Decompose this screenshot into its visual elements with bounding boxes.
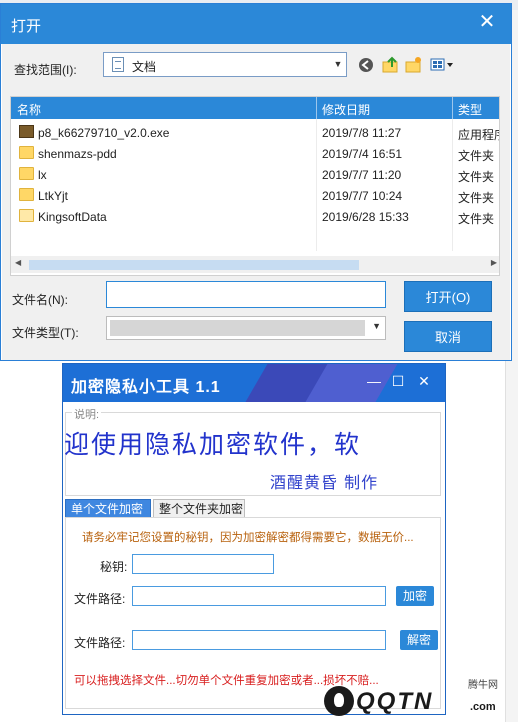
file-type: 文件夹 — [458, 149, 495, 163]
single-file-panel: 请务必牢记您设置的秘钥，因为加密解密都得需要它，数据无价... 秘钥: 文件路径… — [65, 517, 441, 709]
filetype-label: 文件类型(T): — [12, 326, 79, 340]
close-icon[interactable]: ✕ — [477, 12, 497, 32]
file-row[interactable]: p8_k66279710_v2.0.exe 2019/7/8 11:27 应用程… — [11, 122, 499, 143]
filename-label: 文件名(N): — [12, 293, 68, 307]
column-header-type[interactable]: 类型 — [458, 101, 482, 118]
logo-text: QQTN — [356, 688, 434, 715]
file-row[interactable]: lx 2019/7/7 11:20 文件夹 — [11, 164, 499, 185]
file-name: shenmazs-pdd — [38, 147, 117, 161]
file-type: 文件夹 — [458, 212, 495, 226]
open-file-dialog: 打开 ✕ 查找范围(I): 文档 ▼ 名称 修改日期 类型 p8_k662797… — [0, 3, 512, 361]
file-date: 2019/7/7 10:24 — [322, 189, 403, 203]
encrypt-button[interactable]: 加密 — [396, 586, 434, 606]
file-name: KingsoftData — [38, 210, 107, 224]
encrypt-path-input[interactable] — [132, 586, 386, 606]
column-divider[interactable] — [452, 97, 453, 119]
file-date: 2019/7/4 16:51 — [322, 147, 403, 161]
description-group: 说明: 迎使用隐私加密软件，软 酒醒黄昏 制作 — [64, 406, 441, 496]
file-type: 文件夹 — [458, 191, 495, 205]
look-in-dropdown[interactable]: 文档 ▼ — [103, 52, 347, 77]
decrypt-path-input[interactable] — [132, 630, 386, 650]
dialog-title-bar[interactable]: 打开 ✕ — [1, 4, 511, 44]
tool-title: 加密隐私小工具 1.1 — [71, 379, 221, 396]
decrypt-button[interactable]: 解密 — [400, 630, 438, 650]
scrollbar-thumb[interactable] — [29, 260, 359, 270]
tool-title-bar[interactable]: 加密隐私小工具 1.1 — ☐ ✕ — [63, 364, 445, 402]
description-label: 说明: — [72, 406, 102, 422]
folder-icon — [19, 167, 34, 180]
folder-icon — [19, 188, 34, 201]
key-warning: 请务必牢记您设置的秘钥，因为加密解密都得需要它，数据无价... — [82, 532, 414, 544]
file-date: 2019/7/7 11:20 — [322, 168, 402, 182]
column-divider[interactable] — [316, 97, 317, 119]
filename-input[interactable] — [106, 281, 386, 308]
open-button[interactable]: 打开(O) — [404, 281, 492, 312]
folder-icon — [19, 209, 34, 222]
scroll-left-icon[interactable]: ◀ — [15, 258, 21, 267]
file-name: lx — [38, 168, 47, 182]
exe-icon — [19, 125, 34, 138]
back-icon[interactable] — [358, 56, 374, 74]
key-label: 秘钥: — [100, 560, 128, 574]
maximize-icon[interactable]: ☐ — [389, 372, 407, 390]
file-row[interactable]: KingsoftData 2019/6/28 15:33 文件夹 — [11, 206, 499, 227]
logo-domain: .com — [470, 701, 496, 713]
file-list-header: 名称 修改日期 类型 — [11, 97, 499, 119]
file-row[interactable]: shenmazs-pdd 2019/7/4 16:51 文件夹 — [11, 143, 499, 164]
file-date: 2019/6/28 15:33 — [322, 210, 409, 224]
documents-folder-icon — [112, 57, 124, 72]
path-label: 文件路径: — [74, 636, 126, 650]
file-list: 名称 修改日期 类型 p8_k66279710_v2.0.exe 2019/7/… — [10, 96, 500, 276]
file-date: 2019/7/8 11:27 — [322, 126, 402, 140]
horizontal-scrollbar[interactable]: ◀ ▶ — [11, 256, 499, 273]
path-label: 文件路径: — [74, 592, 126, 606]
scrolling-banner: 迎使用隐私加密软件，软 — [64, 430, 362, 459]
new-folder-icon[interactable] — [405, 56, 423, 74]
minimize-icon[interactable]: — — [365, 372, 383, 390]
tab-single-file[interactable]: 单个文件加密 — [65, 499, 151, 518]
look-in-value: 文档 — [132, 60, 157, 74]
close-icon[interactable]: ✕ — [415, 372, 433, 390]
encryption-tool-window: 加密隐私小工具 1.1 — ☐ ✕ 说明: 迎使用隐私加密软件，软 酒醒黄昏 制… — [62, 363, 446, 715]
file-type: 应用程序 — [458, 128, 499, 142]
cancel-button[interactable]: 取消 — [404, 321, 492, 352]
column-header-name[interactable]: 名称 — [17, 101, 41, 118]
file-name: LtkYjt — [38, 189, 69, 203]
filetype-select[interactable]: ▼ — [106, 316, 386, 340]
view-menu-icon[interactable] — [430, 56, 456, 74]
chevron-down-icon[interactable]: ▼ — [330, 53, 346, 76]
look-in-label: 查找范围(I): — [14, 63, 77, 77]
scroll-right-icon[interactable]: ▶ — [491, 258, 497, 267]
watermark-logo: QQTN .com — [318, 686, 514, 718]
file-name: p8_k66279710_v2.0.exe — [38, 126, 170, 140]
file-type: 文件夹 — [458, 170, 495, 184]
dialog-title: 打开 — [11, 18, 42, 35]
filetype-value — [110, 320, 365, 336]
file-row[interactable]: LtkYjt 2019/7/7 10:24 文件夹 — [11, 185, 499, 206]
tab-whole-folder[interactable]: 整个文件夹加密 — [153, 499, 245, 518]
key-input[interactable] — [132, 554, 274, 574]
author-signature: 酒醒黄昏 制作 — [270, 473, 379, 492]
logo-icon — [324, 686, 354, 716]
up-folder-icon[interactable] — [382, 56, 400, 74]
column-header-date[interactable]: 修改日期 — [322, 101, 370, 118]
chevron-down-icon[interactable]: ▼ — [372, 321, 381, 331]
folder-icon — [19, 146, 34, 159]
dialog-body: 查找范围(I): 文档 ▼ 名称 修改日期 类型 p8_k66279710_v2… — [2, 44, 510, 360]
